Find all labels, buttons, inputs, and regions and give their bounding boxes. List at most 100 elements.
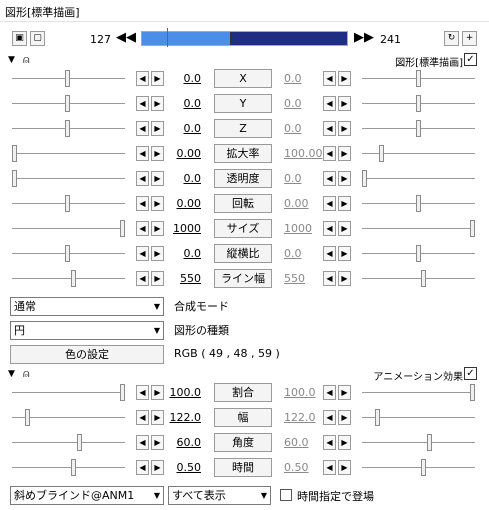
start-value[interactable]: 60.0 (161, 436, 202, 449)
right-increment-arrow-icon[interactable]: ▶ (338, 435, 351, 450)
left-slider-track[interactable] (12, 442, 125, 443)
end-value[interactable]: 122.0 (284, 411, 324, 424)
end-value[interactable]: 0.0 (284, 97, 324, 110)
left-decrement-arrow-icon[interactable]: ◀ (136, 71, 149, 86)
section-standard-draw-checkbox[interactable]: ✓ (464, 53, 477, 66)
section-animation-checkbox[interactable]: ✓ (464, 367, 477, 380)
right-slider-track[interactable] (362, 228, 475, 229)
left-slider-track[interactable] (12, 278, 125, 279)
left-slider-knob[interactable] (25, 409, 30, 426)
right-increment-arrow-icon[interactable]: ▶ (338, 246, 351, 261)
param-label-button[interactable]: 割合 (214, 383, 272, 402)
right-increment-arrow-icon[interactable]: ▶ (338, 196, 351, 211)
add-filter-icon[interactable]: + (462, 31, 477, 46)
frame-icon[interactable]: ▢ (30, 31, 45, 46)
end-value[interactable]: 0.00 (284, 197, 324, 210)
left-slider-knob[interactable] (12, 145, 17, 162)
right-decrement-arrow-icon[interactable]: ◀ (323, 385, 336, 400)
camera-control-icon[interactable]: ▣ (12, 31, 27, 46)
param-label-button[interactable]: 回転 (214, 194, 272, 213)
start-value[interactable]: 0.00 (161, 147, 202, 160)
right-decrement-arrow-icon[interactable]: ◀ (323, 196, 336, 211)
timing-appear-checkbox[interactable] (280, 489, 292, 501)
skip-end-icon[interactable]: ▶▶ (354, 30, 374, 46)
right-slider-track[interactable] (362, 178, 475, 179)
left-decrement-arrow-icon[interactable]: ◀ (136, 271, 149, 286)
refresh-icon[interactable]: ↻ (444, 31, 459, 46)
right-decrement-arrow-icon[interactable]: ◀ (323, 221, 336, 236)
left-decrement-arrow-icon[interactable]: ◀ (136, 435, 149, 450)
start-value[interactable]: 0.0 (161, 247, 202, 260)
right-slider-knob[interactable] (421, 270, 426, 287)
right-decrement-arrow-icon[interactable]: ◀ (323, 71, 336, 86)
param-label-button[interactable]: サイズ (214, 219, 272, 238)
param-label-button[interactable]: 透明度 (214, 169, 272, 188)
param-label-button[interactable]: 角度 (214, 433, 272, 452)
display-mode-select[interactable]: すべて表示 ▼ (168, 486, 271, 505)
right-increment-arrow-icon[interactable]: ▶ (338, 146, 351, 161)
timeline-cursor[interactable] (167, 28, 168, 47)
end-value[interactable]: 1000 (284, 222, 324, 235)
left-decrement-arrow-icon[interactable]: ◀ (136, 171, 149, 186)
param-label-button[interactable]: X (214, 69, 272, 88)
left-slider-knob[interactable] (120, 220, 125, 237)
start-value[interactable]: 550 (161, 272, 201, 285)
right-decrement-arrow-icon[interactable]: ◀ (323, 271, 336, 286)
right-decrement-arrow-icon[interactable]: ◀ (323, 96, 336, 111)
end-value[interactable]: 0.0 (284, 122, 324, 135)
right-increment-arrow-icon[interactable]: ▶ (338, 171, 351, 186)
start-value[interactable]: 0.0 (161, 172, 202, 185)
left-decrement-arrow-icon[interactable]: ◀ (136, 385, 149, 400)
right-decrement-arrow-icon[interactable]: ◀ (323, 171, 336, 186)
start-value[interactable]: 0.00 (161, 197, 202, 210)
param-label-button[interactable]: 縦横比 (214, 244, 272, 263)
end-value[interactable]: 0.0 (284, 172, 324, 185)
right-slider-knob[interactable] (375, 409, 380, 426)
shape-type-select[interactable]: 円 ▼ (10, 321, 164, 340)
collapse-triangle-icon[interactable]: ▼ (8, 369, 15, 379)
left-slider-track[interactable] (12, 392, 125, 393)
end-value[interactable]: 60.0 (284, 436, 324, 449)
right-increment-arrow-icon[interactable]: ▶ (338, 385, 351, 400)
left-decrement-arrow-icon[interactable]: ◀ (136, 96, 149, 111)
right-slider-knob[interactable] (421, 459, 426, 476)
right-slider-knob[interactable] (427, 434, 432, 451)
left-slider-knob[interactable] (65, 70, 70, 87)
right-increment-arrow-icon[interactable]: ▶ (338, 460, 351, 475)
right-decrement-arrow-icon[interactable]: ◀ (323, 146, 336, 161)
left-decrement-arrow-icon[interactable]: ◀ (136, 460, 149, 475)
right-slider-track[interactable] (362, 467, 475, 468)
right-slider-track[interactable] (362, 278, 475, 279)
end-value[interactable]: 100.00 (284, 147, 324, 160)
left-slider-knob[interactable] (71, 459, 76, 476)
timeline-bar[interactable] (141, 28, 348, 47)
color-settings-button[interactable]: 色の設定 (10, 345, 164, 364)
right-slider-knob[interactable] (416, 95, 421, 112)
end-value[interactable]: 550 (284, 272, 324, 285)
param-label-button[interactable]: ライン幅 (214, 269, 272, 288)
start-value[interactable]: 122.0 (161, 411, 202, 424)
right-slider-knob[interactable] (470, 384, 475, 401)
right-decrement-arrow-icon[interactable]: ◀ (323, 435, 336, 450)
start-value[interactable]: 0.50 (161, 461, 202, 474)
end-value[interactable]: 100.0 (284, 386, 324, 399)
right-slider-knob[interactable] (416, 195, 421, 212)
param-label-button[interactable]: Z (214, 119, 272, 138)
left-slider-track[interactable] (12, 467, 125, 468)
right-slider-knob[interactable] (379, 145, 384, 162)
left-decrement-arrow-icon[interactable]: ◀ (136, 410, 149, 425)
start-value[interactable]: 0.0 (161, 97, 202, 110)
right-increment-arrow-icon[interactable]: ▶ (338, 121, 351, 136)
left-slider-track[interactable] (12, 178, 125, 179)
right-decrement-arrow-icon[interactable]: ◀ (323, 460, 336, 475)
left-slider-knob[interactable] (65, 120, 70, 137)
left-slider-knob[interactable] (65, 245, 70, 262)
start-value[interactable]: 0.0 (161, 122, 202, 135)
param-label-button[interactable]: 時間 (214, 458, 272, 477)
left-slider-knob[interactable] (65, 195, 70, 212)
right-slider-knob[interactable] (362, 170, 367, 187)
param-label-button[interactable]: 幅 (214, 408, 272, 427)
right-slider-knob[interactable] (416, 120, 421, 137)
right-slider-knob[interactable] (416, 70, 421, 87)
left-decrement-arrow-icon[interactable]: ◀ (136, 196, 149, 211)
